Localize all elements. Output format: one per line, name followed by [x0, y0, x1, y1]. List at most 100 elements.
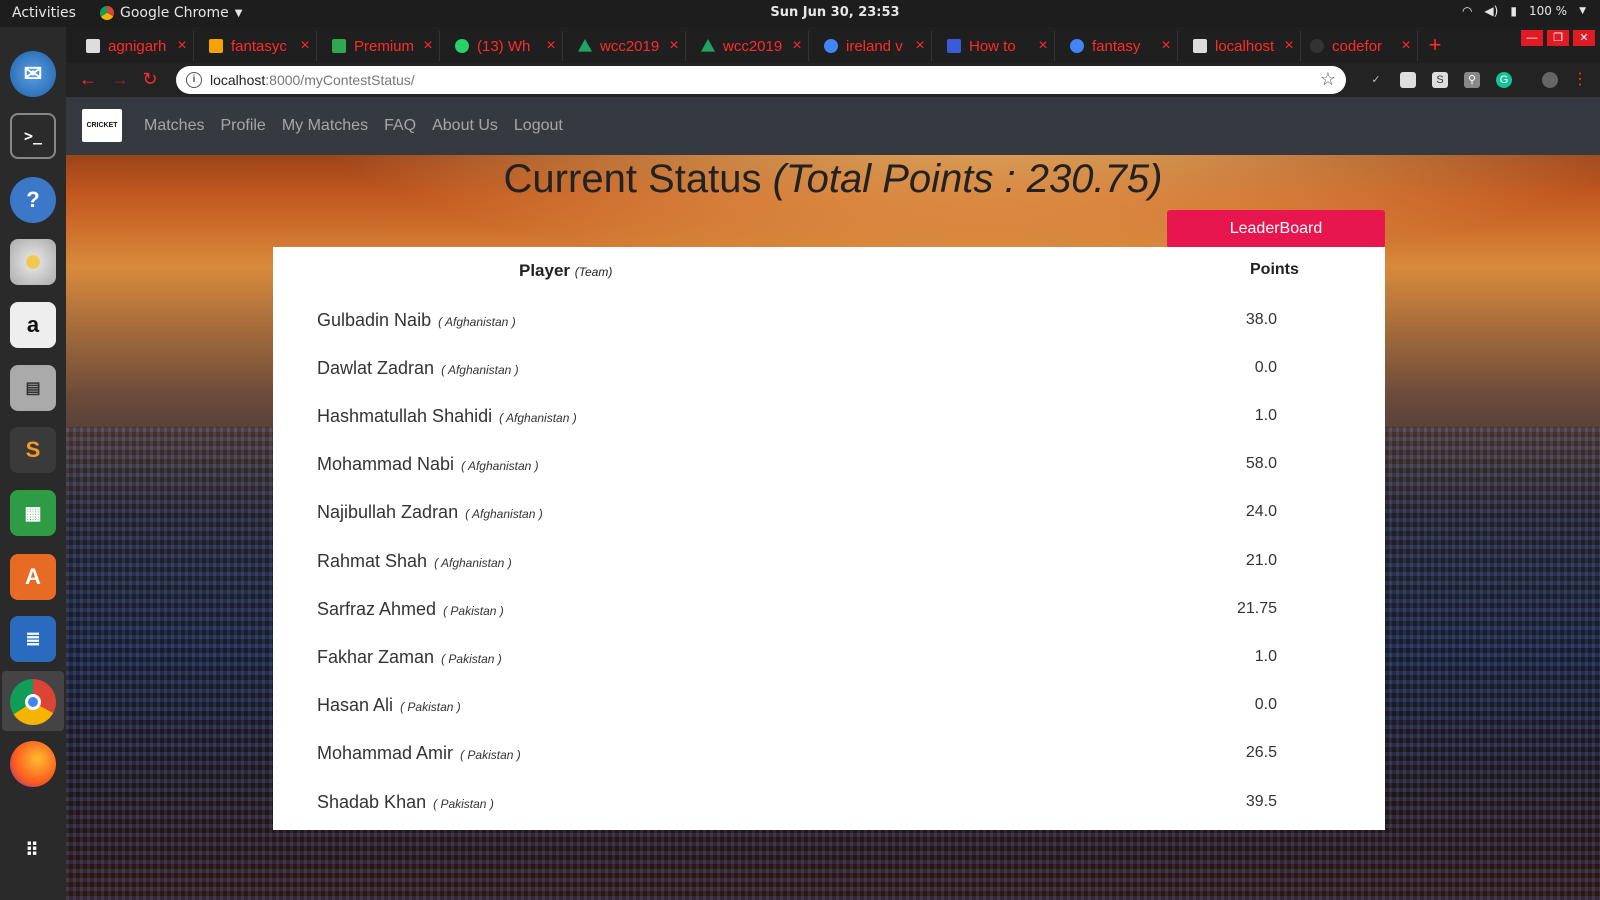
s-extension-icon[interactable]: S	[1432, 72, 1448, 88]
nav-faq[interactable]: FAQ	[384, 117, 416, 135]
bookmark-star-icon[interactable]: ☆	[1320, 69, 1336, 90]
browser-tab[interactable]: (13) Wh ×	[445, 31, 563, 61]
address-bar[interactable]: i localhost:8000/myContestStatus/ ☆	[176, 66, 1346, 94]
nav-about-us[interactable]: About Us	[432, 117, 498, 135]
nav-matches[interactable]: Matches	[144, 117, 204, 135]
browser-tab-active[interactable]: localhost ×	[1183, 31, 1301, 61]
player-points: 0.0	[1254, 359, 1277, 376]
browser-tab[interactable]: ireland v ×	[814, 31, 932, 61]
rhythmbox-icon[interactable]	[10, 239, 56, 285]
close-icon[interactable]: ×	[786, 37, 808, 55]
software-center-icon[interactable]: A	[10, 554, 56, 600]
player-name: Sarfraz Ahmed	[317, 599, 437, 619]
terminal-icon[interactable]: >_	[10, 113, 56, 159]
page-icon	[1193, 39, 1207, 53]
player-points: 38.0	[1245, 311, 1277, 328]
site-logo[interactable]: CRICKET	[82, 109, 122, 142]
player-points: 21.0	[1245, 552, 1277, 569]
browser-tab[interactable]: fantasyc ×	[199, 31, 317, 61]
browser-tab[interactable]: codefor ×	[1300, 31, 1418, 61]
thunderbird-icon[interactable]: ✉	[10, 51, 56, 97]
close-icon[interactable]: ×	[909, 37, 931, 55]
close-icon[interactable]: ×	[540, 37, 562, 55]
table-row: Sarfraz Ahmed ( Pakistan ) 21.75	[273, 589, 1385, 638]
title-text: Current Status	[503, 157, 762, 201]
table-row: Shadab Khan ( Pakistan ) 39.5	[273, 782, 1385, 831]
files-icon[interactable]: ▤	[10, 365, 56, 411]
keyhole-icon[interactable]: ⚲	[1464, 72, 1480, 88]
info-icon[interactable]: i	[186, 72, 202, 88]
player-points: 39.5	[1245, 793, 1277, 810]
player-team: ( Afghanistan )	[441, 363, 519, 377]
player-name: Shadab Khan	[317, 792, 427, 812]
table-row: Dawlat Zadran ( Afghanistan ) 0.0	[273, 348, 1385, 397]
spreadsheet-icon[interactable]: ▦	[10, 490, 56, 536]
player-points: 1.0	[1254, 407, 1277, 424]
close-icon[interactable]: ×	[294, 37, 316, 55]
table-row: Gulbadin Naib ( Afghanistan ) 38.0	[273, 300, 1385, 349]
leaderboard-button[interactable]: LeaderBoard	[1167, 210, 1385, 248]
writer-icon[interactable]: ≣	[10, 616, 56, 662]
app-grid-icon[interactable]: ⠿	[10, 827, 56, 873]
firefox-icon[interactable]	[10, 741, 56, 787]
player-points: 0.0	[1254, 696, 1277, 713]
check-icon[interactable]: ✓	[1368, 72, 1384, 88]
reload-icon[interactable]: ↻	[138, 69, 162, 90]
close-window-button[interactable]: ✕	[1573, 30, 1595, 46]
forward-icon[interactable]: →	[108, 69, 132, 90]
nav-logout[interactable]: Logout	[514, 117, 563, 135]
player-name: Gulbadin Naib	[317, 310, 432, 330]
browser-tab[interactable]: Premium ×	[322, 31, 440, 61]
browser-tab[interactable]: agnigarh ×	[76, 31, 194, 61]
close-icon[interactable]: ×	[1395, 37, 1417, 55]
volume-icon: ◀)	[1484, 4, 1499, 18]
player-name: Hashmatullah Shahidi	[317, 406, 493, 426]
maximize-button[interactable]: ❐	[1547, 30, 1569, 46]
chrome-icon[interactable]	[10, 679, 56, 725]
browser-toolbar: ← → ↻ i localhost:8000/myContestStatus/ …	[66, 63, 1600, 97]
chevron-down-icon: ▼	[1579, 6, 1586, 16]
browser-tab[interactable]: How to ×	[937, 31, 1055, 61]
player-team: ( Afghanistan )	[434, 556, 512, 570]
close-icon[interactable]: ×	[417, 37, 439, 55]
table-row: Najibullah Zadran ( Afghanistan ) 24.0	[273, 492, 1385, 541]
clock[interactable]: Sun Jun 30, 23:53	[0, 5, 1600, 20]
system-tray[interactable]: ◠ ◀) ▮ 100 % ▼	[1462, 4, 1586, 18]
browser-tab[interactable]: fantasy ×	[1060, 31, 1178, 61]
player-team: ( Pakistan )	[460, 748, 521, 762]
help-icon[interactable]: ?	[10, 177, 56, 223]
sublime-text-icon[interactable]: S	[10, 427, 56, 473]
menu-icon[interactable]: ⋮	[1572, 72, 1588, 88]
close-icon[interactable]: ×	[1278, 37, 1300, 55]
browser-tab[interactable]: wcc2019 ×	[691, 31, 809, 61]
web-page: CRICKET Matches Profile My Matches FAQ A…	[66, 97, 1600, 900]
player-points: 24.0	[1245, 503, 1277, 520]
grammarly-icon[interactable]: G	[1496, 72, 1512, 88]
table-row: Mohammad Amir ( Pakistan ) 26.5	[273, 733, 1385, 782]
nav-my-matches[interactable]: My Matches	[282, 117, 368, 135]
close-icon[interactable]: ×	[171, 37, 193, 55]
table-row: Fakhar Zaman ( Pakistan ) 1.0	[273, 637, 1385, 686]
player-name: Mohammad Nabi	[317, 454, 455, 474]
player-team: ( Afghanistan )	[438, 315, 516, 329]
minimize-button[interactable]: —	[1521, 30, 1543, 46]
player-name: Mohammad Amir	[317, 743, 454, 763]
site-navbar: CRICKET Matches Profile My Matches FAQ A…	[66, 97, 1600, 155]
nav-links: Matches Profile My Matches FAQ About Us …	[144, 117, 563, 135]
new-tab-button[interactable]: +	[1424, 34, 1446, 57]
extension-icon[interactable]	[1400, 72, 1416, 88]
player-points: 58.0	[1245, 455, 1277, 472]
player-points: 26.5	[1245, 744, 1277, 761]
player-team: ( Pakistan )	[433, 797, 494, 811]
close-icon[interactable]: ×	[1155, 37, 1177, 55]
profile-avatar[interactable]	[1542, 72, 1558, 88]
amazon-icon[interactable]: a	[10, 302, 56, 348]
close-icon[interactable]: ×	[663, 37, 685, 55]
close-icon[interactable]: ×	[1032, 37, 1054, 55]
player-team: ( Pakistan )	[441, 652, 502, 666]
player-team: ( Afghanistan )	[461, 459, 539, 473]
back-icon[interactable]: ←	[76, 69, 100, 90]
nav-profile[interactable]: Profile	[220, 117, 265, 135]
player-name: Dawlat Zadran	[317, 358, 435, 378]
browser-tab[interactable]: wcc2019 ×	[568, 31, 686, 61]
